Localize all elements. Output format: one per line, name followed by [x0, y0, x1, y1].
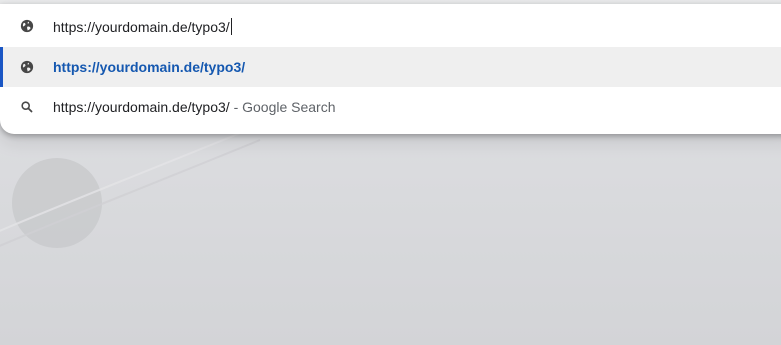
- text-caret: [230, 17, 232, 35]
- suggestion-url[interactable]: https://yourdomain.de/typo3/: [0, 47, 781, 87]
- suggestion-search-suffix: - Google Search: [233, 99, 336, 115]
- globe-icon: [19, 59, 35, 75]
- suggestion-search-query: https://yourdomain.de/typo3/: [53, 99, 230, 115]
- address-input[interactable]: https://yourdomain.de/typo3/: [53, 17, 232, 35]
- suggestion-url-text: https://yourdomain.de/typo3/: [53, 59, 246, 75]
- search-icon: [19, 99, 35, 115]
- address-input-value: https://yourdomain.de/typo3/: [53, 18, 230, 35]
- suggestion-search-text: https://yourdomain.de/typo3/ - Google Se…: [53, 99, 336, 115]
- globe-icon: [19, 18, 35, 34]
- address-bar[interactable]: https://yourdomain.de/typo3/: [0, 6, 781, 46]
- selection-indicator: [0, 47, 3, 87]
- omnibox-dropdown: https://yourdomain.de/typo3/ https://you…: [0, 4, 781, 134]
- suggestion-search[interactable]: https://yourdomain.de/typo3/ - Google Se…: [0, 87, 781, 127]
